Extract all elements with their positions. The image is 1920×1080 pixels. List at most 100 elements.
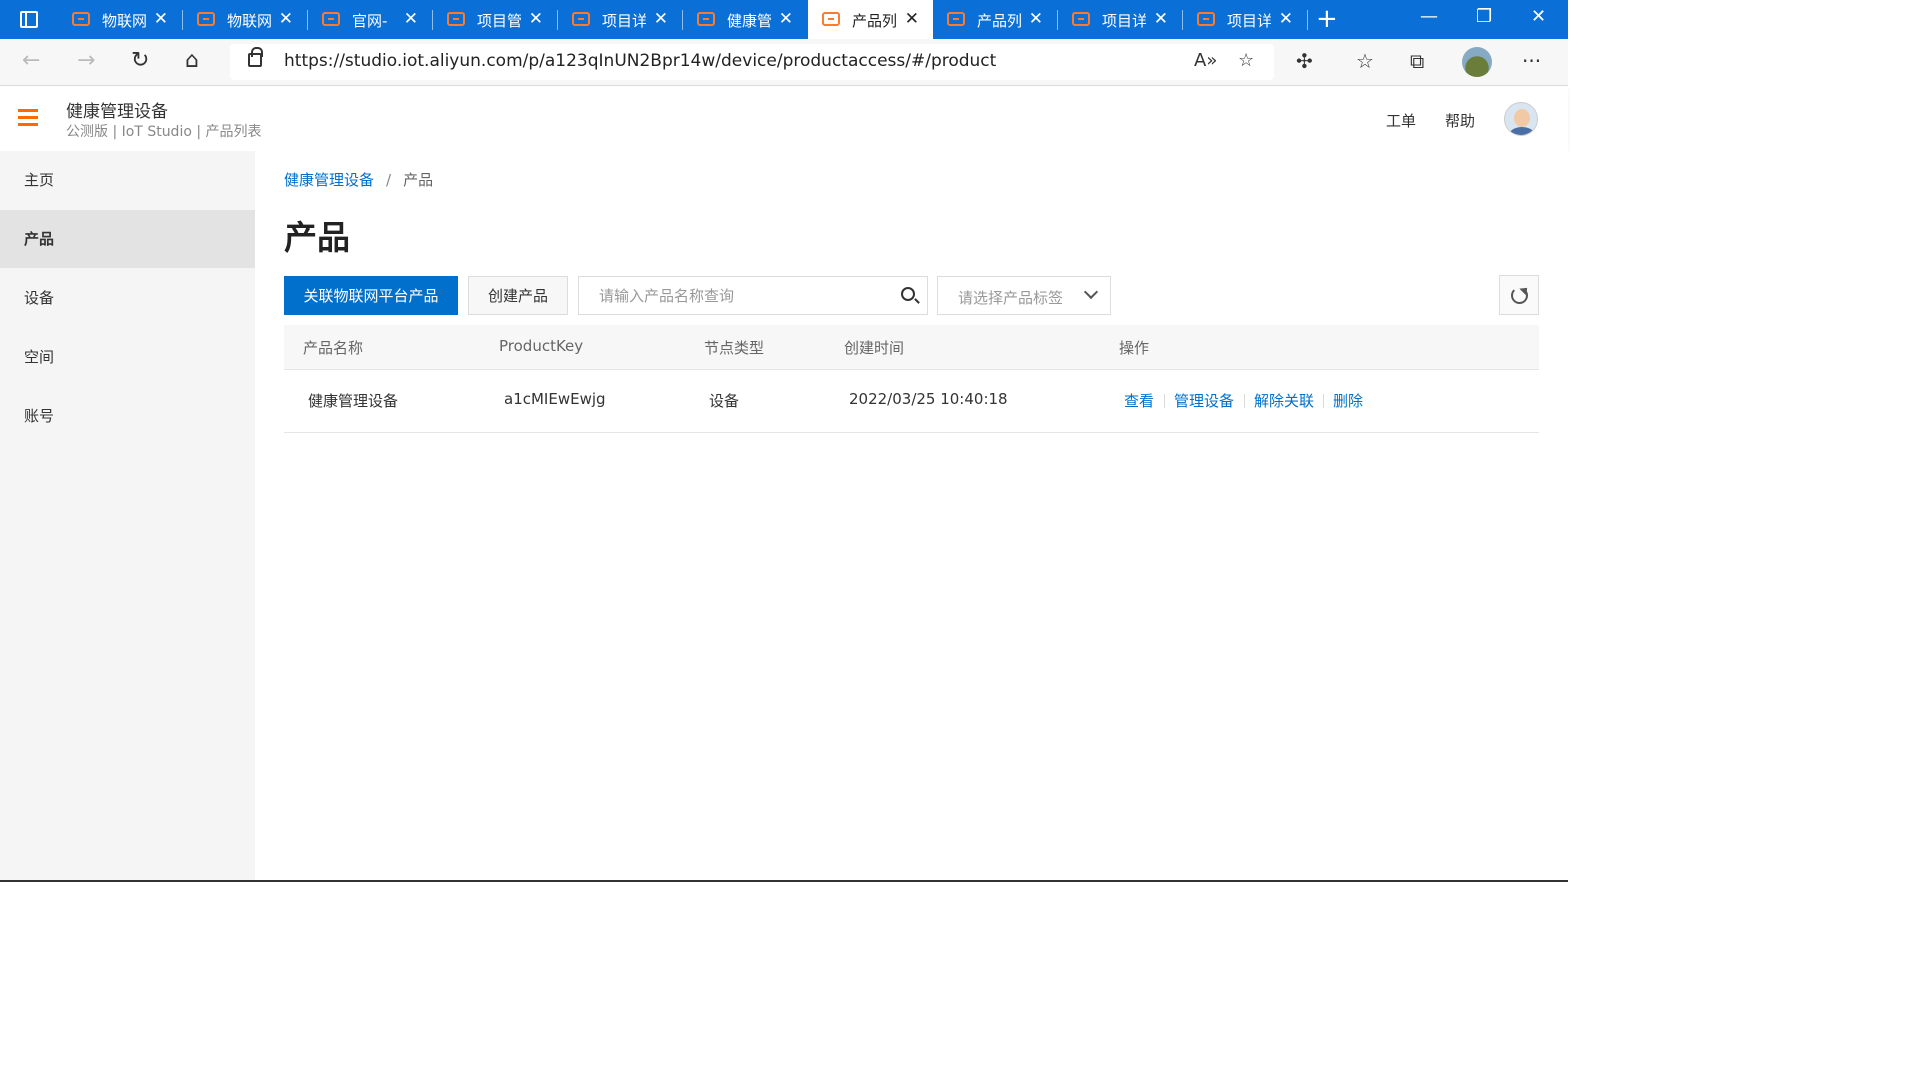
tab-title: 项目详 xyxy=(1102,12,1146,30)
created-time: 2022/03/25 10:40:18 xyxy=(849,390,1008,408)
browser-tab-active[interactable]: 产品列 ✕ xyxy=(808,0,933,39)
back-icon[interactable]: ← xyxy=(22,48,40,73)
aliyun-favicon-icon xyxy=(947,12,965,26)
table-row: 健康管理设备 a1cMIEwEwjg 设备 2022/03/25 10:40:1… xyxy=(284,370,1539,433)
tab-title: 物联网 xyxy=(227,12,271,30)
main-content: 健康管理设备 / 产品 产品 关联物联网平台产品 创建产品 请选择产品标签 产品名称… xyxy=(255,151,1568,882)
url-text[interactable]: https://studio.iot.aliyun.com/p/a123qInU… xyxy=(284,51,996,71)
search-input[interactable] xyxy=(579,277,889,314)
sidebar-item-spaces[interactable]: 空间 xyxy=(0,328,255,386)
close-icon[interactable]: ✕ xyxy=(905,9,919,29)
tab-actions-icon[interactable] xyxy=(20,11,38,28)
menu-icon[interactable] xyxy=(18,109,38,127)
address-bar[interactable]: https://studio.iot.aliyun.com/p/a123qInU… xyxy=(230,44,1274,80)
lock-icon[interactable] xyxy=(248,47,263,67)
tab-divider xyxy=(1307,10,1308,30)
aliyun-favicon-icon xyxy=(822,12,840,26)
breadcrumb-parent-link[interactable]: 健康管理设备 xyxy=(284,171,374,189)
column-header-node-type: 节点类型 xyxy=(704,339,765,357)
node-type: 设备 xyxy=(709,392,740,410)
more-options-icon[interactable]: ··· xyxy=(1522,49,1541,73)
product-search xyxy=(578,276,928,315)
search-icon[interactable] xyxy=(901,287,915,301)
close-icon[interactable]: ✕ xyxy=(779,9,793,29)
app-header: 健康管理设备 公测版 | IoT Studio | 产品列表 工单 帮助 xyxy=(0,87,1568,151)
tab-title: 项目详 xyxy=(602,12,646,30)
product-tag-select[interactable]: 请选择产品标签 xyxy=(937,276,1111,315)
browser-tab[interactable]: 产品列 ✕ xyxy=(933,0,1057,39)
sidebar-item-products[interactable]: 产品 xyxy=(0,210,255,268)
action-divider xyxy=(1244,394,1245,408)
forward-icon[interactable]: → xyxy=(77,48,95,73)
close-icon[interactable]: ✕ xyxy=(1029,9,1043,29)
home-icon[interactable]: ⌂ xyxy=(185,48,199,73)
ticket-link[interactable]: 工单 xyxy=(1386,110,1416,131)
read-aloud-icon[interactable]: A» xyxy=(1194,50,1217,71)
column-header-actions: 操作 xyxy=(1119,339,1150,357)
close-icon[interactable]: ✕ xyxy=(1154,9,1168,29)
browser-tab[interactable]: 物联网 ✕ xyxy=(58,0,182,39)
collections-icon[interactable]: ⧉ xyxy=(1410,49,1424,73)
aliyun-favicon-icon xyxy=(197,12,215,26)
aliyun-favicon-icon xyxy=(572,12,590,26)
sidebar-item-devices[interactable]: 设备 xyxy=(0,269,255,327)
add-favorite-icon[interactable]: ☆ xyxy=(1238,50,1254,71)
close-icon[interactable]: ✕ xyxy=(154,9,168,29)
delete-link[interactable]: 删除 xyxy=(1333,390,1363,411)
aliyun-favicon-icon xyxy=(1197,12,1215,26)
breadcrumb-separator: / xyxy=(386,171,392,189)
tag-select-placeholder: 请选择产品标签 xyxy=(958,289,1064,307)
bottom-edge xyxy=(0,880,1568,882)
aliyun-favicon-icon xyxy=(72,12,90,26)
view-link[interactable]: 查看 xyxy=(1124,390,1154,411)
browser-profile-avatar[interactable] xyxy=(1462,47,1492,77)
page-title: 产品 xyxy=(284,218,350,257)
browser-tab[interactable]: 项目详 ✕ xyxy=(1183,0,1307,39)
close-icon[interactable]: ✕ xyxy=(529,9,543,29)
close-icon[interactable]: ✕ xyxy=(404,9,418,29)
product-name: 健康管理设备 xyxy=(308,392,399,410)
sidebar-item-accounts[interactable]: 账号 xyxy=(0,387,255,445)
browser-tab[interactable]: 项目详 ✕ xyxy=(1058,0,1182,39)
help-link[interactable]: 帮助 xyxy=(1445,110,1475,131)
aliyun-favicon-icon xyxy=(322,12,340,26)
create-product-button[interactable]: 创建产品 xyxy=(468,276,568,315)
browser-tab[interactable]: 项目详 ✕ xyxy=(558,0,682,39)
breadcrumb-current: 产品 xyxy=(403,171,434,189)
close-icon[interactable]: ✕ xyxy=(1279,9,1293,29)
action-divider xyxy=(1164,394,1165,408)
app-title: 健康管理设备 xyxy=(66,102,168,122)
refresh-icon xyxy=(1511,287,1528,304)
new-tab-icon[interactable]: + xyxy=(1316,4,1338,34)
tab-title: 物联网 xyxy=(102,12,146,30)
restore-icon[interactable]: ❐ xyxy=(1476,6,1492,27)
aliyun-favicon-icon xyxy=(697,12,715,26)
close-icon[interactable]: ✕ xyxy=(279,9,293,29)
window-close-icon[interactable]: ✕ xyxy=(1531,6,1546,27)
aliyun-favicon-icon xyxy=(1072,12,1090,26)
tab-title: 产品列 xyxy=(977,12,1021,30)
unlink-link[interactable]: 解除关联 xyxy=(1254,390,1314,411)
manage-devices-link[interactable]: 管理设备 xyxy=(1174,390,1234,411)
favorites-icon[interactable]: ☆ xyxy=(1356,49,1374,73)
browser-tab[interactable]: 项目管 ✕ xyxy=(433,0,557,39)
product-key: a1cMIEwEwjg xyxy=(504,390,606,408)
column-header-name: 产品名称 xyxy=(303,339,364,357)
extensions-icon[interactable]: ✣ xyxy=(1296,49,1313,73)
browser-tab[interactable]: 物联网 ✕ xyxy=(183,0,307,39)
sidebar-item-home[interactable]: 主页 xyxy=(0,151,255,209)
close-icon[interactable]: ✕ xyxy=(654,9,668,29)
tab-title: 官网- xyxy=(352,12,388,30)
reload-icon[interactable]: ↻ xyxy=(131,48,149,73)
column-header-productkey: ProductKey xyxy=(499,337,584,355)
chevron-down-icon xyxy=(1083,284,1099,300)
browser-tab[interactable]: 健康管 ✕ xyxy=(683,0,807,39)
table-header: 产品名称 ProductKey 节点类型 创建时间 操作 xyxy=(284,325,1539,370)
tab-title: 健康管 xyxy=(727,12,771,30)
minimize-icon[interactable]: — xyxy=(1420,6,1438,27)
refresh-button[interactable] xyxy=(1499,275,1539,315)
sidebar: 主页 产品 设备 空间 账号 xyxy=(0,151,255,882)
browser-tab[interactable]: 官网- ✕ xyxy=(308,0,432,39)
user-avatar[interactable] xyxy=(1504,102,1538,136)
link-iot-product-button[interactable]: 关联物联网平台产品 xyxy=(284,276,458,315)
